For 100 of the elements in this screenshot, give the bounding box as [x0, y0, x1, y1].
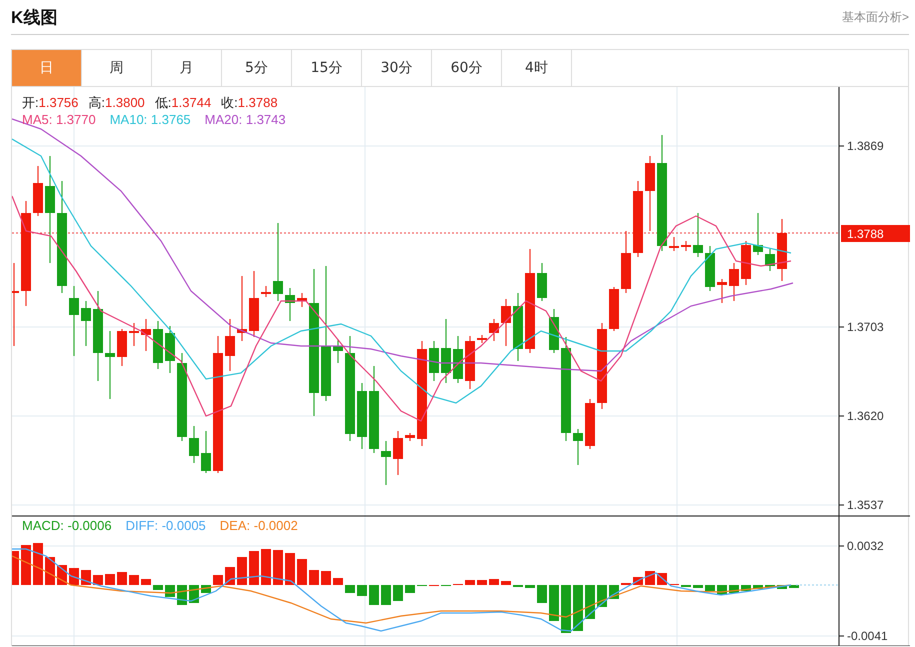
ohlc-reading: 收:1.3788	[221, 94, 278, 112]
last-price-tag: 1.3788	[841, 225, 910, 242]
candlestick	[537, 262, 547, 302]
macd-bar	[12, 551, 19, 585]
macd-bar	[573, 585, 583, 631]
macd-bar	[501, 581, 511, 585]
candlestick	[765, 248, 775, 272]
axis-tick	[838, 326, 844, 328]
candlestick	[681, 240, 691, 252]
macd-bar	[549, 585, 559, 621]
candlestick	[453, 336, 463, 384]
macd-bar	[537, 585, 547, 603]
candlestick	[357, 382, 367, 450]
price-axis-label: 1.3537	[847, 498, 884, 512]
macd-bar	[693, 585, 703, 588]
macd-bar	[69, 568, 79, 585]
macd-bar	[789, 585, 799, 588]
macd-bar	[309, 570, 319, 585]
price-axis-label: 1.3869	[847, 139, 884, 153]
macd-bar	[477, 580, 487, 585]
indicator-reading: DEA: -0.0002	[220, 518, 298, 533]
candlestick	[189, 426, 199, 464]
macd-bar	[321, 571, 331, 585]
macd-bar	[153, 585, 163, 590]
macd-bar	[345, 585, 355, 593]
candlestick	[405, 432, 415, 442]
candlestick	[153, 320, 163, 370]
macd-bar	[333, 578, 343, 585]
candlestick	[285, 288, 295, 322]
macd-bar	[273, 550, 283, 585]
macd-axis-label: -0.0041	[847, 629, 888, 643]
candlestick	[393, 430, 403, 476]
price-axis-label: 1.3620	[847, 409, 884, 423]
candlestick	[141, 318, 151, 352]
macd-bar	[225, 567, 235, 585]
candlestick	[705, 246, 715, 292]
candlestick	[333, 338, 343, 364]
macd-bar	[357, 585, 367, 596]
macd-bar	[93, 575, 103, 585]
macd-bar	[105, 574, 115, 585]
ohlc-reading: 高:1.3800	[88, 94, 145, 112]
macd-bar	[465, 580, 475, 585]
indicator-reading: MACD: -0.0006	[22, 518, 112, 533]
indicator-reading: MA20: 1.3743	[204, 112, 286, 127]
page-title: K线图	[11, 6, 58, 28]
candlestick	[501, 298, 511, 346]
candlestick	[117, 328, 127, 366]
zero-line	[796, 584, 840, 586]
candlestick	[609, 286, 619, 332]
candlestick	[621, 230, 631, 294]
candlestick	[669, 236, 679, 252]
candlestick	[297, 292, 307, 308]
indicator-reading: MA5: 1.3770	[22, 112, 96, 127]
macd-bar	[381, 585, 391, 605]
price-axis-label: 1.3703	[847, 320, 884, 334]
macd-bar	[117, 572, 127, 585]
macd-bar	[249, 551, 259, 585]
macd-bar	[489, 579, 499, 585]
candlestick	[741, 240, 751, 286]
candlestick	[513, 292, 523, 362]
candlestick	[165, 326, 175, 374]
macd-bar	[645, 571, 655, 585]
macd-bar	[561, 585, 571, 633]
candlestick	[69, 286, 79, 356]
macd-bar	[525, 585, 535, 588]
candlestick	[249, 270, 259, 338]
candlestick	[81, 300, 91, 346]
candlestick	[717, 278, 727, 304]
candlestick	[753, 212, 763, 256]
ohlc-reading: 低:1.3744	[154, 94, 212, 112]
candlestick	[777, 218, 787, 282]
candlestick	[729, 262, 739, 302]
macd-bar	[261, 549, 271, 585]
macd-bar	[585, 585, 595, 619]
macd-bar	[81, 570, 91, 585]
ohlc-reading: 开:1.3756	[22, 94, 78, 112]
macd-bar	[237, 557, 247, 585]
macd-bar	[297, 559, 307, 585]
candlestick	[429, 340, 439, 382]
candlestick	[261, 286, 271, 298]
macd-bar	[369, 585, 379, 605]
macd-bar	[213, 575, 223, 585]
macd-bar	[705, 585, 715, 591]
macd-bar	[21, 545, 31, 585]
candlestick	[477, 334, 487, 344]
axis-tick	[838, 504, 844, 506]
macd-bar	[405, 585, 415, 593]
candlestick	[33, 166, 43, 216]
macd-bar	[45, 557, 55, 585]
candlestick	[693, 212, 703, 258]
candlestick	[381, 440, 391, 486]
candlestick	[465, 336, 475, 390]
macd-bar	[141, 579, 151, 585]
macd-bar	[285, 553, 295, 585]
macd-bar	[129, 575, 139, 585]
candlestick	[489, 318, 499, 342]
indicator-reading: DIFF: -0.0005	[126, 518, 206, 533]
macd-bar	[777, 585, 787, 589]
fundamental-analysis-link[interactable]: 基本面分析>	[842, 8, 909, 26]
macd-bar	[765, 585, 775, 588]
